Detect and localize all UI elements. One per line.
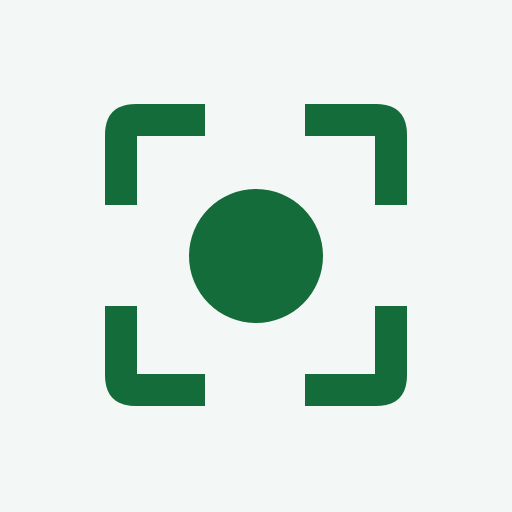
icon-canvas (0, 0, 512, 512)
focus-capture-icon (0, 0, 512, 512)
center-dot (189, 189, 323, 323)
